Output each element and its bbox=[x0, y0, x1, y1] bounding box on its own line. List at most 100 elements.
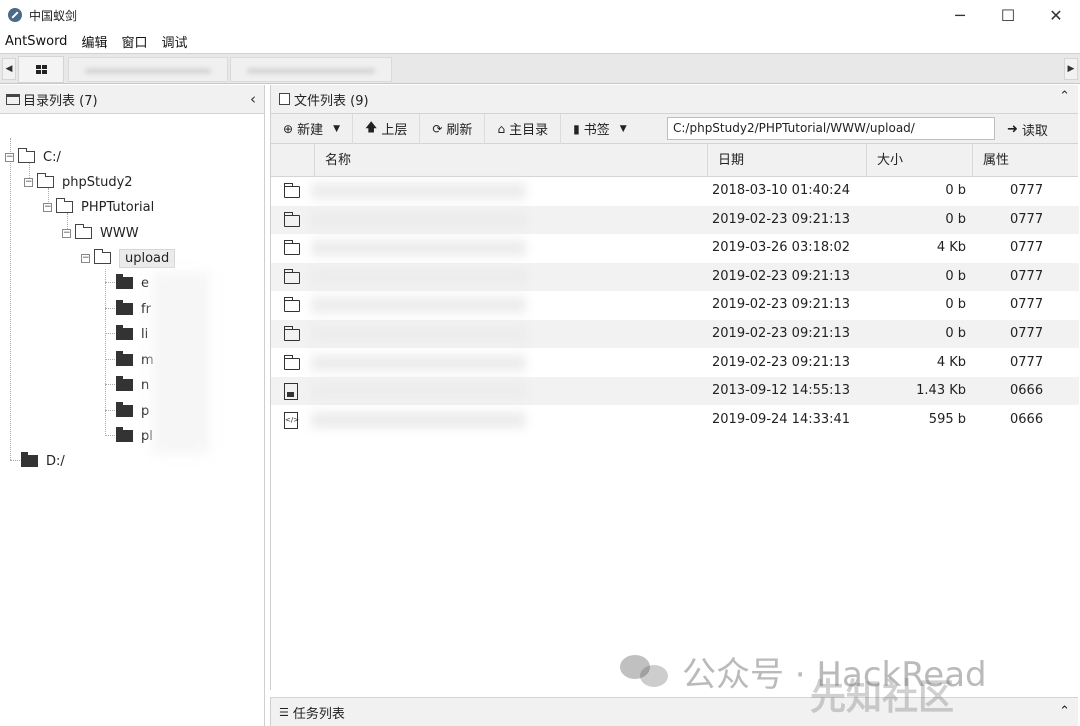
tree-node-child[interactable]: fr bbox=[116, 298, 151, 320]
table-body: 2018-03-10 01:40:24 0 b 0777 2019-02-23 09:… bbox=[271, 177, 1079, 437]
tree-node-label-selected: upload bbox=[119, 248, 176, 268]
menu-bar: AntSword 编辑 窗口 调试 bbox=[0, 30, 1080, 52]
file-attr: 0777 bbox=[1010, 183, 1044, 198]
tree-node-label: n bbox=[141, 377, 150, 393]
tree-node-phptutorial[interactable]: − PHPTutorial bbox=[43, 196, 154, 218]
redaction-blur bbox=[152, 272, 210, 454]
table-row[interactable]: 2019-02-23 09:21:13 0 b 0777 bbox=[271, 205, 1079, 234]
arrow-up-icon: 🡅 bbox=[365, 120, 378, 134]
directory-tree: − C:/ − phpStudy2 − PHPTutorial − WWW − … bbox=[0, 114, 264, 724]
file-list-header: 文件列表 (9) ⌃ bbox=[271, 85, 1078, 114]
maximize-button[interactable]: ☐ bbox=[984, 0, 1032, 30]
file-size: 0 b bbox=[945, 326, 966, 341]
file-table: 名称 日期 大小 属性 2018-03-10 01:40:24 0 b 0777 20… bbox=[271, 144, 1079, 437]
file-name-redacted bbox=[311, 411, 526, 428]
table-row[interactable]: 2013-09-12 14:55:13 1.43 Kb 0666 bbox=[271, 377, 1079, 406]
grid-icon bbox=[35, 65, 47, 74]
new-button[interactable]: ⊕ 新建 ▼ bbox=[271, 113, 353, 144]
up-level-label: 上层 bbox=[381, 123, 408, 138]
directory-panel-title: 目录列表 (7) bbox=[23, 93, 98, 109]
tree-node-upload[interactable]: − upload bbox=[81, 247, 176, 269]
tree-node-phpstudy2[interactable]: − phpStudy2 bbox=[24, 171, 133, 193]
column-name[interactable]: 名称 bbox=[314, 144, 707, 177]
collapse-toggle-icon[interactable]: − bbox=[81, 253, 90, 263]
table-row[interactable]: </> 2019-09-24 14:33:41 595 b 0666 bbox=[271, 406, 1079, 434]
chevron-up-icon[interactable]: ⌃ bbox=[1059, 89, 1070, 104]
tab-scroll-left-button[interactable]: ◀ bbox=[2, 58, 16, 80]
path-input[interactable]: C:/phpStudy2/PHPTutorial/WWW/upload/ bbox=[667, 117, 995, 140]
read-button[interactable]: ➜ 读取 bbox=[1007, 114, 1048, 144]
column-attr[interactable]: 属性 bbox=[972, 144, 1079, 177]
menu-debug[interactable]: 调试 bbox=[161, 32, 187, 51]
collapse-toggle-icon[interactable]: − bbox=[43, 202, 52, 212]
bookmark-button[interactable]: ▮ 书签 ▼ bbox=[561, 114, 639, 144]
file-attr: 0777 bbox=[1010, 211, 1044, 227]
file-attr: 0777 bbox=[1010, 240, 1044, 256]
close-button[interactable]: ✕ bbox=[1032, 0, 1080, 30]
tab-shell-1[interactable] bbox=[68, 57, 228, 82]
image-file-icon bbox=[284, 383, 298, 401]
open-folder-icon bbox=[75, 224, 92, 239]
tree-node-child[interactable]: n bbox=[116, 374, 149, 396]
tree-node-child[interactable]: e bbox=[116, 272, 149, 294]
tree-node-child[interactable]: li bbox=[116, 323, 148, 345]
up-level-button[interactable]: 🡅 上层 bbox=[353, 113, 421, 144]
wechat-icon bbox=[620, 651, 672, 691]
file-size: 0 b bbox=[945, 297, 966, 313]
table-row[interactable]: 2019-02-23 09:21:13 0 b 0777 bbox=[271, 291, 1079, 319]
collapse-toggle-icon[interactable]: − bbox=[24, 177, 33, 187]
tab-shell-2[interactable] bbox=[230, 57, 392, 82]
read-label: 读取 bbox=[1021, 123, 1048, 139]
tab-home[interactable] bbox=[18, 56, 64, 83]
collapse-panel-icon[interactable]: ‹ bbox=[250, 90, 256, 108]
chevron-up-icon[interactable]: ⌃ bbox=[1059, 704, 1070, 719]
table-row[interactable]: 2019-02-23 09:21:13 0 b 0777 bbox=[271, 320, 1079, 348]
table-row[interactable]: 2018-03-10 01:40:24 0 b 0777 bbox=[271, 177, 1079, 205]
folder-icon bbox=[116, 376, 133, 391]
table-row[interactable]: 2019-03-26 03:18:02 4 Kb 0777 bbox=[271, 234, 1079, 262]
tree-node-child[interactable]: m bbox=[116, 349, 154, 371]
menu-window[interactable]: 窗口 bbox=[121, 32, 147, 51]
folder-icon bbox=[6, 93, 20, 105]
list-icon: ☰ bbox=[279, 705, 289, 719]
tab-scroll-right-button[interactable]: ▶ bbox=[1064, 58, 1078, 80]
menu-edit[interactable]: 编辑 bbox=[81, 32, 107, 51]
tree-node-www[interactable]: − WWW bbox=[62, 222, 139, 244]
refresh-button[interactable]: ⟳ 刷新 bbox=[420, 113, 486, 144]
tree-node-label: WWW bbox=[100, 225, 139, 241]
column-size[interactable]: 大小 bbox=[866, 144, 972, 177]
file-date: 2019-02-23 09:21:13 bbox=[712, 297, 851, 313]
folder-icon bbox=[116, 402, 133, 417]
table-row[interactable]: 2019-02-23 09:21:13 0 b 0777 bbox=[271, 262, 1079, 291]
tree-node-d-drive[interactable]: D:/ bbox=[21, 450, 65, 472]
tree-node-child[interactable]: pl bbox=[116, 425, 153, 447]
new-button-label: 新建 bbox=[297, 123, 324, 138]
table-row[interactable]: 2019-02-23 09:21:13 4 Kb 0777 bbox=[271, 349, 1079, 377]
file-size: 4 Kb bbox=[936, 240, 966, 256]
tree-node-label: li bbox=[141, 326, 149, 342]
tree-node-label: PHPTutorial bbox=[81, 199, 155, 215]
home-dir-button[interactable]: ⌂ 主目录 bbox=[485, 113, 562, 144]
tree-node-c-drive[interactable]: − C:/ bbox=[5, 146, 61, 168]
file-size: 1.43 Kb bbox=[916, 383, 966, 399]
minimize-button[interactable]: ─ bbox=[936, 0, 984, 30]
file-name-redacted bbox=[311, 383, 526, 400]
directory-panel: 目录列表 (7) ‹ − C:/ − phpStudy2 − PHPTutori… bbox=[0, 85, 265, 726]
window-controls: ─ ☐ ✕ bbox=[936, 0, 1080, 30]
folder-icon bbox=[116, 300, 133, 315]
folder-icon bbox=[283, 297, 300, 313]
menu-antsword[interactable]: AntSword bbox=[5, 34, 67, 49]
refresh-icon: ⟳ bbox=[432, 121, 443, 136]
directory-panel-header: 目录列表 (7) ‹ bbox=[0, 85, 264, 114]
tree-node-label: phpStudy2 bbox=[62, 174, 133, 190]
file-date: 2018-03-10 01:40:24 bbox=[712, 183, 851, 198]
file-size: 0 b bbox=[945, 211, 966, 227]
antsword-logo-icon bbox=[8, 8, 22, 22]
collapse-toggle-icon[interactable]: − bbox=[5, 152, 14, 162]
file-name-redacted bbox=[311, 240, 526, 257]
tree-node-child[interactable]: p bbox=[116, 400, 149, 422]
collapse-toggle-icon[interactable]: − bbox=[62, 228, 71, 238]
open-folder-icon bbox=[56, 198, 73, 213]
column-date[interactable]: 日期 bbox=[707, 144, 866, 177]
file-name-redacted bbox=[311, 268, 526, 285]
